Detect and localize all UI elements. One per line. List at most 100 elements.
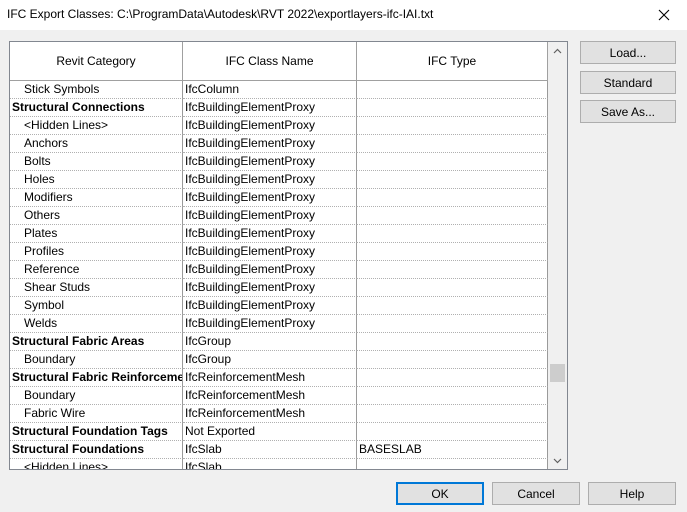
ifc-class-cell[interactable]: IfcBuildingElementProxy <box>183 189 357 207</box>
save-as-button[interactable]: Save As... <box>580 100 676 123</box>
ifc-type-cell[interactable] <box>357 459 548 469</box>
table-row[interactable]: Reference IfcBuildingElementProxy <box>10 261 548 279</box>
ifc-type-cell[interactable] <box>357 207 548 225</box>
category-cell[interactable]: Holes <box>10 171 183 189</box>
ifc-class-cell[interactable]: IfcBuildingElementProxy <box>183 225 357 243</box>
column-header-ifc-class-name[interactable]: IFC Class Name <box>183 42 357 80</box>
ifc-type-cell[interactable] <box>357 387 548 405</box>
ifc-class-cell[interactable]: IfcBuildingElementProxy <box>183 171 357 189</box>
ifc-type-cell[interactable] <box>357 333 548 351</box>
table-row[interactable]: Anchors IfcBuildingElementProxy <box>10 135 548 153</box>
table-row[interactable]: Welds IfcBuildingElementProxy <box>10 315 548 333</box>
category-cell[interactable]: Stick Symbols <box>10 81 183 99</box>
category-cell[interactable]: <Hidden Lines> <box>10 117 183 135</box>
category-cell[interactable]: Structural Fabric Reinforceme <box>10 369 183 387</box>
ifc-class-cell[interactable]: IfcReinforcementMesh <box>183 387 357 405</box>
ifc-type-cell[interactable] <box>357 171 548 189</box>
category-cell[interactable]: Structural Foundation Tags <box>10 423 183 441</box>
category-cell[interactable]: Reference <box>10 261 183 279</box>
category-cell[interactable]: Structural Foundations <box>10 441 183 459</box>
load-button[interactable]: Load... <box>580 41 676 64</box>
category-cell[interactable]: Structural Connections <box>10 99 183 117</box>
category-cell[interactable]: Boundary <box>10 351 183 369</box>
ifc-class-cell[interactable]: IfcBuildingElementProxy <box>183 207 357 225</box>
ifc-class-cell[interactable]: IfcGroup <box>183 333 357 351</box>
table-row[interactable]: <Hidden Lines> IfcBuildingElementProxy <box>10 117 548 135</box>
ifc-class-cell[interactable]: IfcColumn <box>183 81 357 99</box>
ifc-type-cell[interactable] <box>357 351 548 369</box>
column-header-revit-category[interactable]: Revit Category <box>10 42 183 80</box>
ifc-class-cell[interactable]: IfcBuildingElementProxy <box>183 135 357 153</box>
table-row[interactable]: Structural Fabric Areas IfcGroup <box>10 333 548 351</box>
ifc-class-cell[interactable]: IfcBuildingElementProxy <box>183 315 357 333</box>
ifc-class-cell[interactable]: IfcBuildingElementProxy <box>183 243 357 261</box>
table-row[interactable]: Bolts IfcBuildingElementProxy <box>10 153 548 171</box>
category-cell[interactable]: Symbol <box>10 297 183 315</box>
table-row[interactable]: Structural Connections IfcBuildingElement… <box>10 99 548 117</box>
ifc-class-cell[interactable]: IfcSlab <box>183 441 357 459</box>
ifc-type-cell[interactable] <box>357 369 548 387</box>
table-row[interactable]: Boundary IfcGroup <box>10 351 548 369</box>
ifc-type-cell[interactable] <box>357 225 548 243</box>
table-row[interactable]: Modifiers IfcBuildingElementProxy <box>10 189 548 207</box>
ifc-type-cell[interactable] <box>357 405 548 423</box>
ifc-type-cell[interactable]: BASESLAB <box>357 441 548 459</box>
ifc-class-grid[interactable]: Revit Category IFC Class Name IFC Type S… <box>9 41 568 470</box>
ifc-type-cell[interactable] <box>357 243 548 261</box>
category-cell[interactable]: Boundary <box>10 387 183 405</box>
ifc-class-cell[interactable]: IfcReinforcementMesh <box>183 405 357 423</box>
table-row[interactable]: <Hidden Lines> IfcSlab <box>10 459 548 469</box>
category-cell[interactable]: Profiles <box>10 243 183 261</box>
ifc-type-cell[interactable] <box>357 153 548 171</box>
ifc-class-cell[interactable]: IfcBuildingElementProxy <box>183 261 357 279</box>
column-header-ifc-type[interactable]: IFC Type <box>357 42 548 80</box>
ifc-class-cell[interactable]: IfcBuildingElementProxy <box>183 279 357 297</box>
table-row[interactable]: Structural Foundation Tags Not Exported <box>10 423 548 441</box>
category-cell[interactable]: Bolts <box>10 153 183 171</box>
ifc-class-cell[interactable]: IfcBuildingElementProxy <box>183 297 357 315</box>
category-cell[interactable]: Fabric Wire <box>10 405 183 423</box>
table-row[interactable]: Plates IfcBuildingElementProxy <box>10 225 548 243</box>
cancel-button[interactable]: Cancel <box>492 482 580 505</box>
ifc-class-cell[interactable]: IfcBuildingElementProxy <box>183 153 357 171</box>
table-row[interactable]: Fabric Wire IfcReinforcementMesh <box>10 405 548 423</box>
ifc-class-cell[interactable]: IfcReinforcementMesh <box>183 369 357 387</box>
ifc-type-cell[interactable] <box>357 423 548 441</box>
close-button[interactable] <box>641 0 687 30</box>
table-row[interactable]: Boundary IfcReinforcementMesh <box>10 387 548 405</box>
category-cell[interactable]: Plates <box>10 225 183 243</box>
ifc-type-cell[interactable] <box>357 297 548 315</box>
table-row[interactable]: Others IfcBuildingElementProxy <box>10 207 548 225</box>
category-cell[interactable]: Modifiers <box>10 189 183 207</box>
table-row[interactable]: Structural Fabric Reinforceme IfcReinforc… <box>10 369 548 387</box>
ifc-class-cell[interactable]: Not Exported <box>183 423 357 441</box>
ifc-type-cell[interactable] <box>357 315 548 333</box>
category-cell[interactable]: Welds <box>10 315 183 333</box>
ifc-type-cell[interactable] <box>357 189 548 207</box>
category-cell[interactable]: Others <box>10 207 183 225</box>
table-row[interactable]: Structural Foundations IfcSlab BASESLAB <box>10 441 548 459</box>
vertical-scrollbar[interactable] <box>548 42 567 469</box>
ifc-type-cell[interactable] <box>357 261 548 279</box>
category-cell[interactable]: Shear Studs <box>10 279 183 297</box>
scroll-up-button[interactable] <box>548 42 567 59</box>
table-row[interactable]: Profiles IfcBuildingElementProxy <box>10 243 548 261</box>
ifc-type-cell[interactable] <box>357 135 548 153</box>
category-cell[interactable]: Structural Fabric Areas <box>10 333 183 351</box>
ifc-class-cell[interactable]: IfcSlab <box>183 459 357 469</box>
standard-button[interactable]: Standard <box>580 71 676 94</box>
scroll-down-button[interactable] <box>548 452 567 469</box>
ok-button[interactable]: OK <box>396 482 484 505</box>
ifc-type-cell[interactable] <box>357 99 548 117</box>
ifc-type-cell[interactable] <box>357 279 548 297</box>
category-cell[interactable]: <Hidden Lines> <box>10 459 183 469</box>
category-cell[interactable]: Anchors <box>10 135 183 153</box>
ifc-class-cell[interactable]: IfcBuildingElementProxy <box>183 99 357 117</box>
table-row[interactable]: Holes IfcBuildingElementProxy <box>10 171 548 189</box>
ifc-class-cell[interactable]: IfcBuildingElementProxy <box>183 117 357 135</box>
table-row[interactable]: Symbol IfcBuildingElementProxy <box>10 297 548 315</box>
table-row[interactable]: Shear Studs IfcBuildingElementProxy <box>10 279 548 297</box>
table-row[interactable]: Stick Symbols IfcColumn <box>10 81 548 99</box>
scroll-thumb[interactable] <box>550 364 565 382</box>
ifc-class-cell[interactable]: IfcGroup <box>183 351 357 369</box>
